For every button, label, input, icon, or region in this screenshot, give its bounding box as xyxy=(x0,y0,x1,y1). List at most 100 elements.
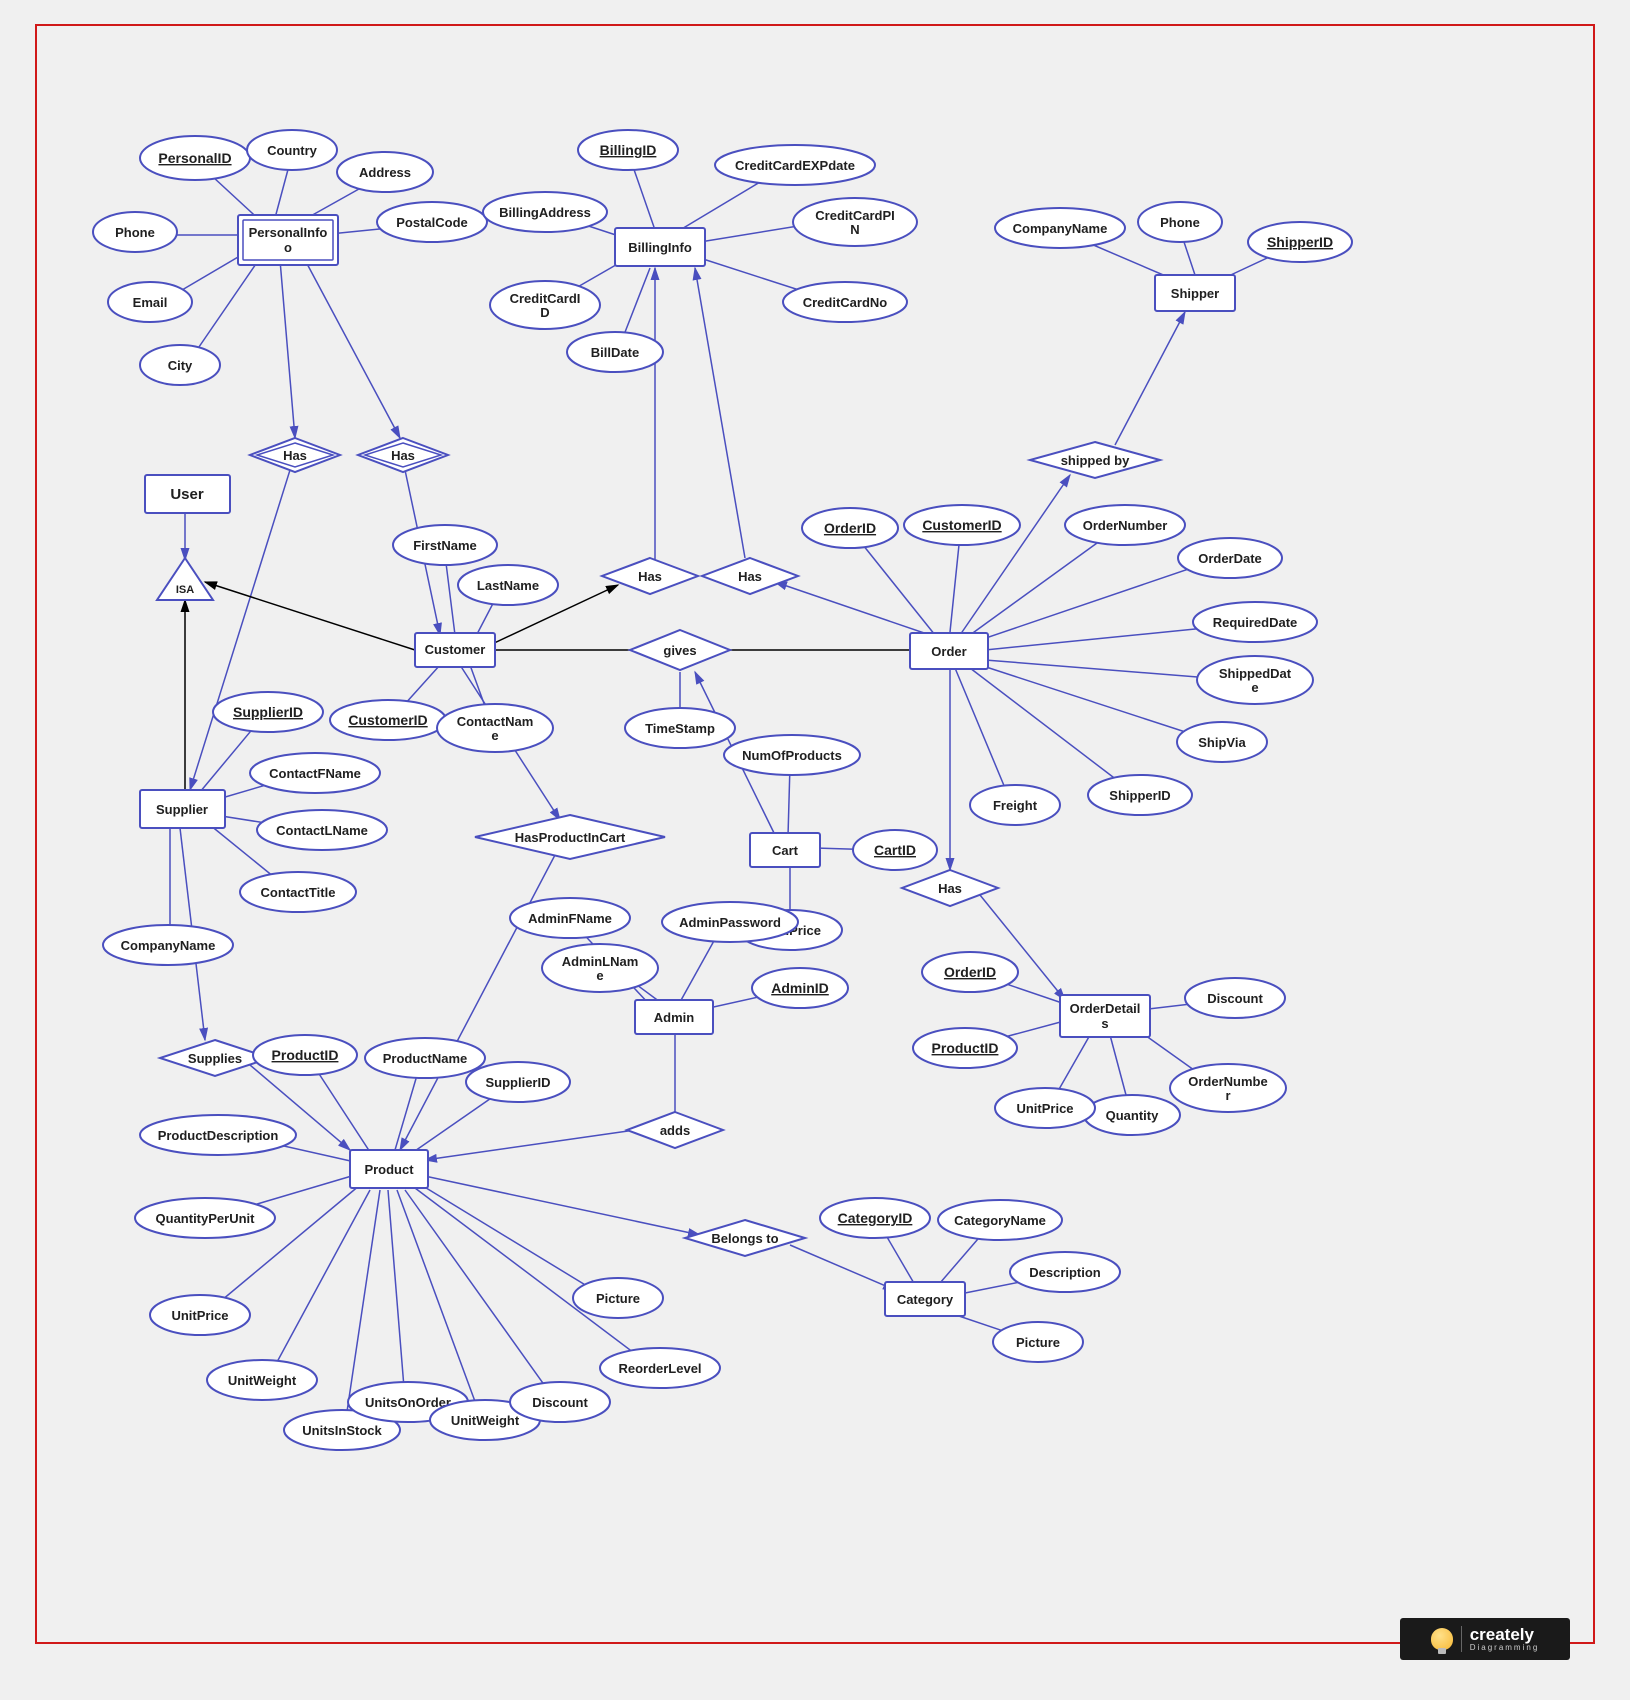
attr-ordernumber[interactable]: OrderNumber xyxy=(1065,505,1185,545)
svg-text:ProductDescription: ProductDescription xyxy=(158,1128,279,1143)
attr-ccxp[interactable]: CreditCardEXPdate xyxy=(715,145,875,185)
rel-has1[interactable]: Has xyxy=(250,438,340,472)
attr-shipper-phone[interactable]: Phone xyxy=(1138,202,1222,242)
svg-text:AdminFName: AdminFName xyxy=(528,911,612,926)
attr-orderid[interactable]: OrderID xyxy=(802,508,898,548)
attr-customerid[interactable]: CustomerID xyxy=(330,700,446,740)
svg-text:UnitWeight: UnitWeight xyxy=(451,1413,520,1428)
rel-shippedby[interactable]: shipped by xyxy=(1030,442,1160,478)
rel-has3[interactable]: Has xyxy=(602,558,698,594)
attr-ccno[interactable]: CreditCardNo xyxy=(783,282,907,322)
entity-supplier[interactable]: Supplier xyxy=(140,790,225,828)
attr-timestamp[interactable]: TimeStamp xyxy=(625,708,735,748)
attr-address[interactable]: Address xyxy=(337,152,433,192)
entity-shipper[interactable]: Shipper xyxy=(1155,275,1235,311)
attr-pr-discount[interactable]: Discount xyxy=(510,1382,610,1422)
entity-personalinfo[interactable]: PersonalInfo o xyxy=(238,215,338,265)
attr-adminfname[interactable]: AdminFName xyxy=(510,898,630,938)
entity-cart[interactable]: Cart xyxy=(750,833,820,867)
attr-billingaddr[interactable]: BillingAddress xyxy=(483,192,607,232)
svg-text:Picture: Picture xyxy=(596,1291,640,1306)
attr-cartid[interactable]: CartID xyxy=(853,830,937,870)
rel-isa[interactable]: ISA xyxy=(157,558,213,600)
attr-pr-unitprice[interactable]: UnitPrice xyxy=(150,1295,250,1335)
attr-lastname[interactable]: LastName xyxy=(458,565,558,605)
attr-od-discount[interactable]: Discount xyxy=(1185,978,1285,1018)
attr-adminlname[interactable]: AdminLName xyxy=(542,944,658,992)
svg-text:e: e xyxy=(491,728,498,743)
entity-customer[interactable]: Customer xyxy=(415,633,495,667)
attr-qtyperunit[interactable]: QuantityPerUnit xyxy=(135,1198,275,1238)
entity-order[interactable]: Order xyxy=(910,633,988,669)
attr-city[interactable]: City xyxy=(140,345,220,385)
attr-od-unitprice[interactable]: UnitPrice xyxy=(995,1088,1095,1128)
bulb-icon xyxy=(1431,1628,1453,1650)
svg-text:ContactNam: ContactNam xyxy=(457,714,534,729)
attr-suppl-company[interactable]: CompanyName xyxy=(103,925,233,965)
attr-ccpin[interactable]: CreditCardPIN xyxy=(793,198,917,246)
attr-shipper-company[interactable]: CompanyName xyxy=(995,208,1125,248)
attr-supplierid[interactable]: SupplierID xyxy=(213,692,323,732)
entity-billinginfo[interactable]: BillingInfo xyxy=(615,228,705,266)
attr-od-qty[interactable]: Quantity xyxy=(1084,1095,1180,1135)
attr-billingid[interactable]: BillingID xyxy=(578,130,678,170)
attr-adminid[interactable]: AdminID xyxy=(752,968,848,1008)
attr-requireddate[interactable]: RequiredDate xyxy=(1193,602,1317,642)
attr-phone[interactable]: Phone xyxy=(93,212,177,252)
attr-reorderlevel[interactable]: ReorderLevel xyxy=(600,1348,720,1388)
er-diagram-svg: PersonalInfo o User Customer Supplier Bi… xyxy=(0,0,1630,1700)
attr-email[interactable]: Email xyxy=(108,282,192,322)
attr-contacttitle[interactable]: ContactTitle xyxy=(240,872,356,912)
svg-text:BillingAddress: BillingAddress xyxy=(499,205,591,220)
svg-text:UnitPrice: UnitPrice xyxy=(1016,1101,1073,1116)
entity-shipper-label: Shipper xyxy=(1171,286,1219,301)
attr-unitweight1[interactable]: UnitWeight xyxy=(207,1360,317,1400)
attr-personalid[interactable]: PersonalID xyxy=(140,136,250,180)
attr-orderdate[interactable]: OrderDate xyxy=(1178,538,1282,578)
rel-hasproductincart[interactable]: HasProductInCart xyxy=(475,815,665,859)
attr-categoryname[interactable]: CategoryName xyxy=(938,1200,1062,1240)
attr-ord-customerid[interactable]: CustomerID xyxy=(904,505,1020,545)
rel-belongsto[interactable]: Belongs to xyxy=(685,1220,805,1256)
attr-cat-picture[interactable]: Picture xyxy=(993,1322,1083,1362)
attr-postalcode[interactable]: PostalCode xyxy=(377,202,487,242)
attr-country[interactable]: Country xyxy=(247,130,337,170)
rel-has2[interactable]: Has xyxy=(358,438,448,472)
attr-adminpassword[interactable]: AdminPassword xyxy=(662,902,798,942)
attr-billdate[interactable]: BillDate xyxy=(567,332,663,372)
attr-contactlname[interactable]: ContactLName xyxy=(257,810,387,850)
attr-pr-picture[interactable]: Picture xyxy=(573,1278,663,1318)
attr-ord-shipperid[interactable]: ShipperID xyxy=(1088,775,1192,815)
entity-category[interactable]: Category xyxy=(885,1282,965,1316)
svg-text:ProductID: ProductID xyxy=(272,1047,339,1063)
attr-categoryid[interactable]: CategoryID xyxy=(820,1198,930,1238)
attr-od-ordnum[interactable]: OrderNumber xyxy=(1170,1064,1286,1112)
attr-cat-desc[interactable]: Description xyxy=(1010,1252,1120,1292)
entity-user[interactable]: User xyxy=(145,475,230,513)
attr-firstname[interactable]: FirstName xyxy=(393,525,497,565)
entity-orderdetails[interactable]: OrderDetail s xyxy=(1060,995,1150,1037)
svg-text:ContactLName: ContactLName xyxy=(276,823,368,838)
attr-od-productid[interactable]: ProductID xyxy=(913,1028,1017,1068)
rel-gives[interactable]: gives xyxy=(630,630,730,670)
attr-productname[interactable]: ProductName xyxy=(365,1038,485,1078)
attr-numprod[interactable]: NumOfProducts xyxy=(724,735,860,775)
svg-text:Picture: Picture xyxy=(1016,1335,1060,1350)
entity-product[interactable]: Product xyxy=(350,1150,428,1188)
attr-contactfname[interactable]: ContactFName xyxy=(250,753,380,793)
svg-text:e: e xyxy=(1251,680,1258,695)
rel-adds[interactable]: adds xyxy=(627,1112,723,1148)
attr-proddesc[interactable]: ProductDescription xyxy=(140,1115,296,1155)
attr-pr-supplierid[interactable]: SupplierID xyxy=(466,1062,570,1102)
attr-freight[interactable]: Freight xyxy=(970,785,1060,825)
entity-admin[interactable]: Admin xyxy=(635,1000,713,1034)
attr-shipvia[interactable]: ShipVia xyxy=(1177,722,1267,762)
rel-has4[interactable]: Has xyxy=(702,558,798,594)
creately-logo[interactable]: creately Diagramming xyxy=(1400,1618,1570,1660)
attr-od-orderid[interactable]: OrderID xyxy=(922,952,1018,992)
attr-shipperid[interactable]: ShipperID xyxy=(1248,222,1352,262)
attr-contactname[interactable]: ContactName xyxy=(437,704,553,752)
attr-shippeddate[interactable]: ShippedDate xyxy=(1197,656,1313,704)
attr-ccid[interactable]: CreditCardID xyxy=(490,281,600,329)
attr-productid[interactable]: ProductID xyxy=(253,1035,357,1075)
